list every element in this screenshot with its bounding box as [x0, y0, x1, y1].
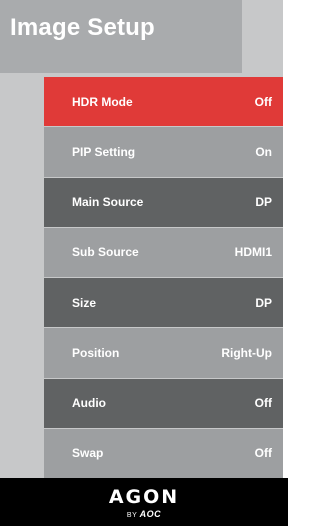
menu-item-sub-source[interactable]: Sub Source HDMI1 [44, 227, 283, 277]
menu-item-value: Off [254, 94, 272, 109]
menu-item-label: Size [72, 295, 97, 310]
menu-item-value: Off [254, 446, 272, 461]
osd-menu: HDR Mode Off PIP Setting On Main Source … [44, 77, 283, 478]
menu-item-label: Position [72, 345, 120, 360]
menu-item-size[interactable]: Size DP [44, 278, 283, 328]
menu-item-label: Main Source [72, 195, 144, 210]
agon-logo: AGON [108, 486, 180, 508]
menu-item-value: On [255, 144, 272, 159]
menu-item-audio[interactable]: Audio Off [44, 378, 283, 428]
menu-item-value: HDMI1 [234, 245, 272, 260]
menu-item-pip-setting[interactable]: PIP Setting On [44, 127, 283, 177]
menu-item-swap[interactable]: Swap Off [44, 428, 283, 478]
brand-text: AOC [139, 509, 162, 519]
menu-item-position[interactable]: Position Right-Up [44, 328, 283, 378]
aoc-logo: BY AOC [0, 509, 288, 519]
menu-item-label: PIP Setting [72, 144, 136, 159]
osd-panel: Image Setup HDR Mode Off PIP Setting On … [0, 0, 283, 478]
menu-item-label: Swap [72, 446, 104, 461]
footer-logo-bar: AGON BY AOC [0, 478, 288, 526]
menu-item-label: Audio [72, 396, 106, 411]
menu-item-main-source[interactable]: Main Source DP [44, 177, 283, 227]
by-text: BY [126, 512, 138, 519]
title-block: Image Setup [0, 0, 242, 73]
page-title: Image Setup [10, 14, 155, 41]
menu-item-value: DP [255, 295, 272, 310]
menu-item-label: Sub Source [72, 245, 139, 260]
menu-item-value: Off [254, 396, 272, 411]
menu-item-value: Right-Up [221, 345, 272, 360]
menu-item-hdr-mode[interactable]: HDR Mode Off [44, 77, 283, 127]
menu-item-value: DP [255, 195, 272, 210]
menu-item-label: HDR Mode [72, 94, 133, 109]
